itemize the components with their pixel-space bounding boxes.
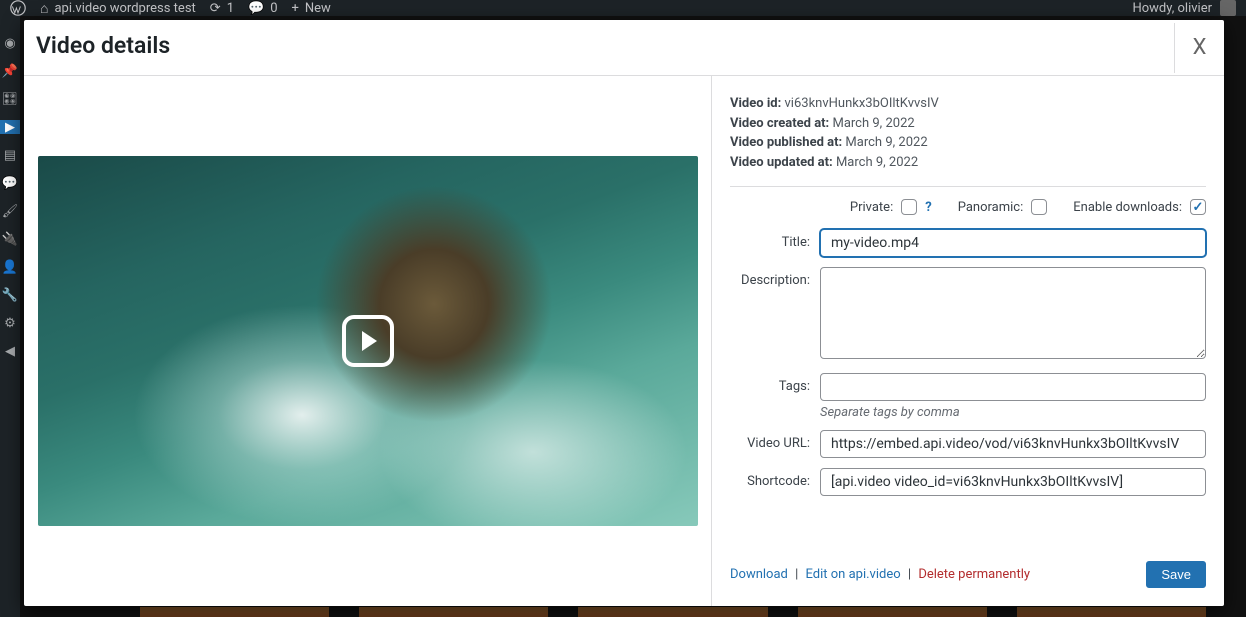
published-label: Video published at: xyxy=(730,135,842,150)
appearance-icon[interactable]: 🖌 xyxy=(3,204,17,218)
private-checkbox[interactable] xyxy=(901,199,917,215)
video-meta: Video id: vi63knvHunkx3bOIltKvvsIV Video… xyxy=(730,94,1206,187)
new-link[interactable]: + New xyxy=(292,1,331,16)
tags-input[interactable] xyxy=(820,373,1206,401)
wordpress-icon xyxy=(10,0,26,16)
modal-header: Video details X xyxy=(24,20,1224,76)
shortcode-label: Shortcode: xyxy=(730,468,820,489)
downloads-checkbox[interactable] xyxy=(1190,199,1206,215)
updates-link[interactable]: ⟳ 1 xyxy=(210,1,234,16)
site-title: api.video wordpress test xyxy=(54,1,195,16)
created-value: March 9, 2022 xyxy=(832,116,914,131)
apivideo-icon[interactable]: ▶ xyxy=(0,120,20,134)
plugins-icon[interactable]: 🔌 xyxy=(3,232,17,246)
video-details-modal: Video details X Video id: vi63knvHunkx3b… xyxy=(24,20,1224,606)
description-label: Description: xyxy=(730,267,820,288)
download-link[interactable]: Download xyxy=(730,567,788,582)
site-link[interactable]: ⌂ api.video wordpress test xyxy=(40,0,196,17)
delete-link[interactable]: Delete permanently xyxy=(918,567,1030,582)
modal-footer: Download | Edit on api.video | Delete pe… xyxy=(730,537,1206,588)
downloads-label: Enable downloads: xyxy=(1073,200,1182,215)
update-icon: ⟳ xyxy=(210,1,221,16)
video-url-input[interactable] xyxy=(820,430,1206,458)
edit-link[interactable]: Edit on api.video xyxy=(806,567,901,582)
wp-admin-bar: ⌂ api.video wordpress test ⟳ 1 💬 0 + New… xyxy=(0,0,1246,16)
comments2-icon[interactable]: 💬 xyxy=(3,176,17,190)
close-button[interactable]: X xyxy=(1174,23,1224,73)
media-icon[interactable]: 🎛 xyxy=(3,92,17,106)
home-icon: ⌂ xyxy=(40,0,48,17)
video-preview-panel xyxy=(24,76,712,606)
dashboard-icon[interactable]: ◉ xyxy=(3,36,17,50)
video-id-label: Video id: xyxy=(730,96,781,111)
title-input[interactable] xyxy=(820,229,1206,257)
published-value: March 9, 2022 xyxy=(845,135,927,150)
video-id-value: vi63knvHunkx3bOIltKvvsIV xyxy=(785,96,939,111)
description-textarea[interactable] xyxy=(820,267,1206,359)
settings-checkboxes: Private: ? Panoramic: Enable downloads: xyxy=(730,199,1206,215)
panoramic-label: Panoramic: xyxy=(958,200,1024,215)
users-icon[interactable]: 👤 xyxy=(3,260,17,274)
avatar[interactable] xyxy=(1220,0,1236,16)
shortcode-input[interactable] xyxy=(820,468,1206,496)
created-label: Video created at: xyxy=(730,116,829,131)
tags-label: Tags: xyxy=(730,373,820,394)
video-thumbnail xyxy=(38,156,698,526)
sep: | xyxy=(795,567,798,582)
modal-title: Video details xyxy=(36,32,170,59)
video-details-panel: Video id: vi63knvHunkx3bOIltKvvsIV Video… xyxy=(712,76,1224,606)
collapse-icon[interactable]: ◀ xyxy=(3,344,17,358)
comments-link[interactable]: 💬 0 xyxy=(248,1,278,16)
sep: | xyxy=(908,567,911,582)
updated-label: Video updated at: xyxy=(730,155,833,170)
updates-count: 1 xyxy=(227,1,234,16)
wp-logo[interactable] xyxy=(10,0,26,16)
updated-value: March 9, 2022 xyxy=(836,155,918,170)
panoramic-checkbox[interactable] xyxy=(1031,199,1047,215)
pages-icon[interactable]: ▤ xyxy=(3,148,17,162)
play-button[interactable] xyxy=(342,315,394,367)
new-label: New xyxy=(305,1,331,16)
title-label: Title: xyxy=(730,229,820,250)
howdy[interactable]: Howdy, olivier xyxy=(1132,1,1212,16)
wp-sidebar: ◉ 📌 🎛 ▶ ▤ 💬 🖌 🔌 👤 🔧 ⚙ ◀ xyxy=(0,16,20,617)
comment-icon: 💬 xyxy=(248,1,264,16)
settings-icon[interactable]: ⚙ xyxy=(3,316,17,330)
comments-count: 0 xyxy=(270,1,277,16)
plus-icon: + xyxy=(292,1,299,16)
save-button[interactable]: Save xyxy=(1146,561,1206,588)
private-label: Private: xyxy=(850,200,893,215)
tools-icon[interactable]: 🔧 xyxy=(3,288,17,302)
private-help[interactable]: ? xyxy=(925,200,931,215)
posts-icon[interactable]: 📌 xyxy=(3,64,17,78)
thumb-strip xyxy=(140,607,1206,617)
tags-hint: Separate tags by comma xyxy=(820,405,1206,420)
video-url-label: Video URL: xyxy=(730,430,820,451)
